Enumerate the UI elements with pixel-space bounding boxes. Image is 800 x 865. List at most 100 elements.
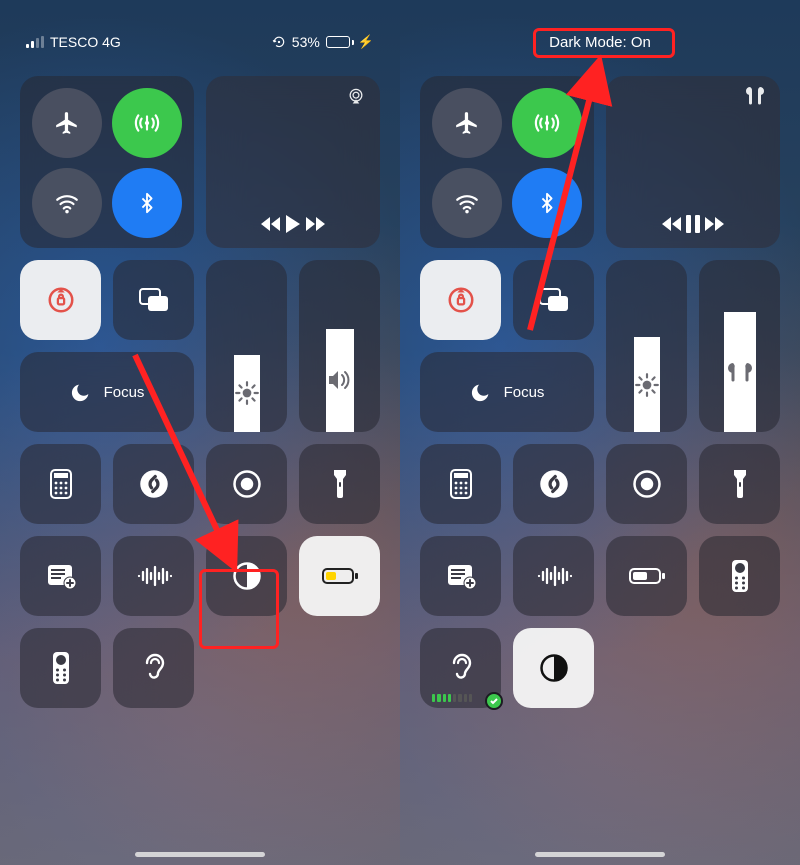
focus-button[interactable]: Focus <box>20 352 194 432</box>
hearing-button[interactable] <box>420 628 501 708</box>
airplay-icon[interactable] <box>346 86 366 106</box>
low-power-mode-button[interactable] <box>606 536 687 616</box>
bluetooth-button[interactable] <box>112 168 182 238</box>
shazam-button[interactable] <box>113 444 194 524</box>
connectivity-group[interactable] <box>20 76 194 248</box>
hearing-button[interactable] <box>113 628 194 708</box>
flashlight-button[interactable] <box>299 444 380 524</box>
battery-percent: 53% <box>292 34 320 50</box>
brightness-icon <box>634 372 660 398</box>
airpods-volume-icon <box>724 362 756 382</box>
control-grid: Focus <box>20 76 380 708</box>
media-panel[interactable] <box>606 76 780 248</box>
do-not-disturb-moon-icon <box>70 381 92 403</box>
connectivity-group[interactable] <box>420 76 594 248</box>
rewind-button[interactable] <box>260 215 284 233</box>
carrier-label: TESCO 4G <box>50 34 121 50</box>
rotation-lock-icon <box>446 285 476 315</box>
screen-record-button[interactable] <box>606 444 687 524</box>
shazam-button[interactable] <box>513 444 594 524</box>
volume-icon <box>326 368 354 392</box>
airplane-mode-button[interactable] <box>32 88 102 158</box>
status-bar: TESCO 4G 53% ⚡ <box>20 30 380 54</box>
brightness-icon <box>234 380 260 406</box>
screen-mirroring-button[interactable] <box>113 260 194 340</box>
rotation-lock-status-icon <box>272 35 286 49</box>
forward-button[interactable] <box>302 215 326 233</box>
wifi-button[interactable] <box>432 168 502 238</box>
volume-slider[interactable] <box>299 260 380 432</box>
quick-note-button[interactable] <box>20 536 101 616</box>
home-indicator[interactable] <box>135 852 265 857</box>
focus-label: Focus <box>104 384 145 401</box>
brightness-slider[interactable] <box>606 260 687 432</box>
bluetooth-button[interactable] <box>512 168 582 238</box>
shazam-icon <box>539 469 569 499</box>
screen-record-icon <box>632 469 662 499</box>
low-power-battery-icon <box>322 567 358 585</box>
status-bar: Dark Mode: On <box>420 30 780 54</box>
hearing-icon <box>141 653 167 683</box>
rewind-button[interactable] <box>661 215 685 233</box>
flashlight-icon <box>331 468 349 500</box>
rotation-lock-icon <box>46 285 76 315</box>
rotation-lock-button[interactable] <box>20 260 101 340</box>
flashlight-button[interactable] <box>699 444 780 524</box>
wifi-icon <box>454 190 480 216</box>
cellular-data-button[interactable] <box>112 88 182 158</box>
volume-slider[interactable] <box>699 260 780 432</box>
low-power-mode-button[interactable] <box>299 536 380 616</box>
media-panel[interactable] <box>206 76 380 248</box>
shazam-icon <box>139 469 169 499</box>
battery-icon <box>326 36 354 48</box>
quick-note-button[interactable] <box>420 536 501 616</box>
quick-note-icon <box>446 563 476 589</box>
airplane-mode-button[interactable] <box>432 88 502 158</box>
sound-recognition-button[interactable] <box>113 536 194 616</box>
dark-mode-icon <box>539 653 569 683</box>
screen-record-button[interactable] <box>206 444 287 524</box>
screen-mirroring-icon <box>538 287 570 313</box>
calculator-icon <box>49 469 73 499</box>
dark-mode-button[interactable] <box>513 628 594 708</box>
dark-mode-icon <box>232 561 262 591</box>
wifi-button[interactable] <box>32 168 102 238</box>
bluetooth-icon <box>536 189 558 217</box>
calculator-button[interactable] <box>20 444 101 524</box>
rotation-lock-button[interactable] <box>420 260 501 340</box>
control-center-left-pane: TESCO 4G 53% ⚡ <box>0 0 400 865</box>
focus-button[interactable]: Focus <box>420 352 594 432</box>
screen-mirroring-button[interactable] <box>513 260 594 340</box>
dark-mode-button[interactable] <box>206 536 287 616</box>
wifi-icon <box>54 190 80 216</box>
control-center-right-pane: Dark Mode: On <box>400 0 800 865</box>
control-grid: Focus <box>420 76 780 708</box>
low-power-battery-icon <box>629 567 665 585</box>
cellular-data-button[interactable] <box>512 88 582 158</box>
airplane-icon <box>454 110 480 136</box>
flashlight-icon <box>731 468 749 500</box>
home-indicator[interactable] <box>535 852 665 857</box>
cellular-data-icon <box>534 110 560 136</box>
sound-recognition-button[interactable] <box>513 536 594 616</box>
screen-mirroring-icon <box>138 287 170 313</box>
pause-button[interactable] <box>685 214 701 234</box>
hearing-icon <box>448 653 474 683</box>
airpods-icon[interactable] <box>744 86 766 106</box>
sound-recognition-icon <box>536 565 572 587</box>
quick-note-icon <box>46 563 76 589</box>
forward-button[interactable] <box>701 215 725 233</box>
screen-record-icon <box>232 469 262 499</box>
dark-mode-banner: Dark Mode: On <box>549 34 651 51</box>
hearing-level-gauge <box>432 694 472 702</box>
apple-tv-remote-button[interactable] <box>20 628 101 708</box>
apple-tv-remote-button[interactable] <box>699 536 780 616</box>
check-badge-icon <box>485 692 503 710</box>
airplane-icon <box>54 110 80 136</box>
do-not-disturb-moon-icon <box>470 381 492 403</box>
play-button[interactable] <box>284 214 302 234</box>
apple-tv-remote-icon <box>731 559 749 593</box>
brightness-slider[interactable] <box>206 260 287 432</box>
calculator-button[interactable] <box>420 444 501 524</box>
calculator-icon <box>449 469 473 499</box>
